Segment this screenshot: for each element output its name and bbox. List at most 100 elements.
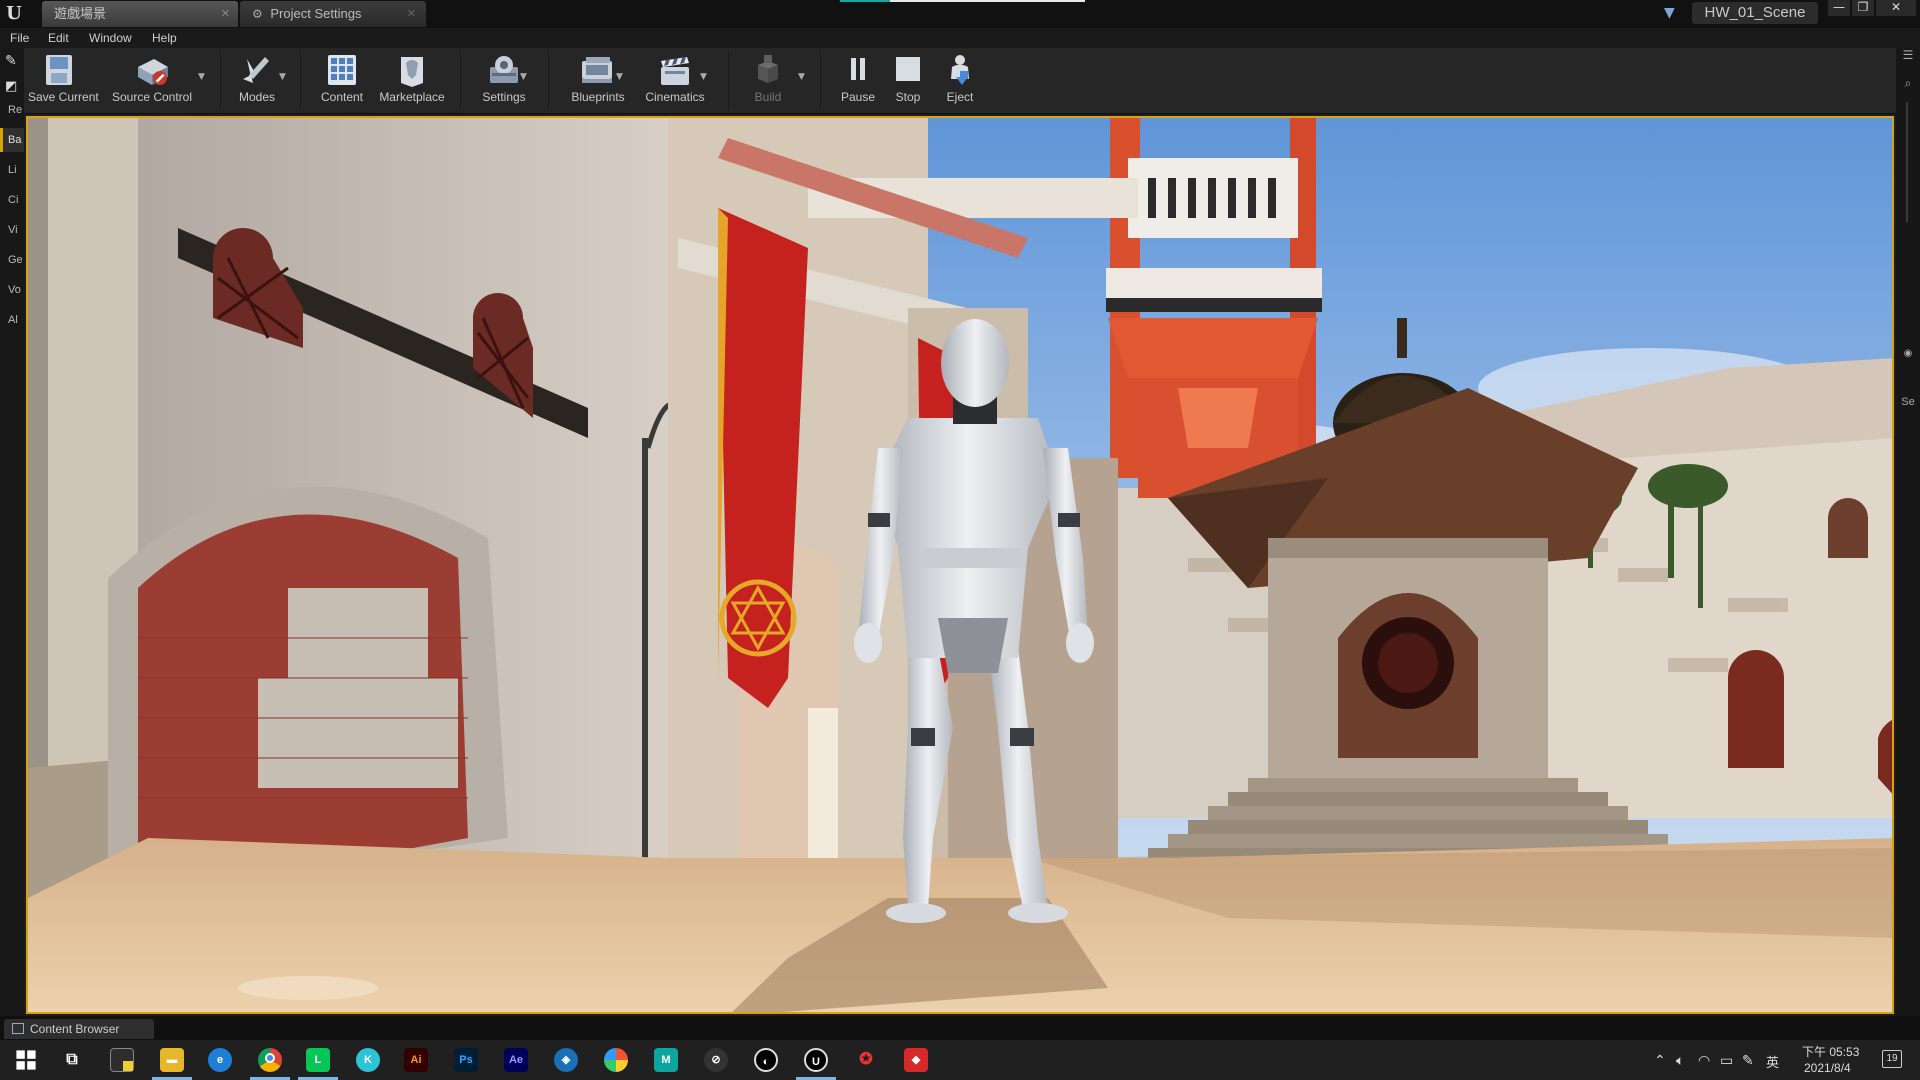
menu-bar: File Edit Window Help [0,28,1920,48]
strip-tab-se[interactable]: Se [1896,396,1920,408]
build-label: Build [754,90,782,104]
modes-dropdown-icon[interactable]: ▼ [279,72,289,82]
modes-button[interactable]: Modes [232,48,282,114]
toolbar-divider [548,52,549,110]
place-mode-icon[interactable]: ✎ [0,48,24,72]
title-accent-teal [840,0,890,2]
illustrator-icon[interactable]: Ai [404,1048,428,1072]
menu-file[interactable]: File [10,28,29,48]
unity-icon[interactable]: ◐ [754,1048,778,1072]
pdf-reader-icon[interactable]: ◆ [904,1048,928,1072]
left-building [28,118,702,918]
tab-project-settings[interactable]: ⚙ Project Settings ✕ [240,1,426,27]
m-app-icon[interactable]: M [654,1048,678,1072]
chevron-up-icon[interactable]: ⌃ [1654,1052,1666,1069]
viewport-scene [28,118,1892,1012]
close-tab-icon[interactable]: ✕ [407,1,416,27]
settings-label: Settings [482,90,526,104]
strip-tab-re[interactable]: Re [0,98,24,122]
menu-help[interactable]: Help [152,28,177,48]
source-control-label: Source Control [111,90,193,104]
shield-app-icon[interactable]: ◈ [554,1048,578,1072]
panel-indicator-icon[interactable]: ◉ [1896,348,1920,359]
strip-tab-ba[interactable]: Ba [0,128,24,152]
stop-label: Stop [895,90,921,104]
volume-icon[interactable]: 🔈︎ [1676,1052,1684,1069]
strip-tab-li[interactable]: Li [0,158,24,182]
strip-tab-al[interactable]: Al [0,308,24,332]
pause-button[interactable]: Pause [834,48,882,114]
klook-app-icon[interactable]: K [356,1048,380,1072]
windows-start-icon[interactable] [14,1048,38,1072]
chrome-icon[interactable] [258,1048,282,1072]
cinematics-dropdown-icon[interactable]: ▼ [700,72,710,82]
content-button[interactable]: Content [314,48,370,114]
color-picker-icon[interactable] [604,1048,628,1072]
panel-scrollbar[interactable] [1906,102,1908,222]
content-label: Content [320,90,364,104]
search-icon[interactable]: ⌕ [1896,76,1920,91]
notification-center-icon[interactable]: 19 [1882,1050,1902,1068]
main-toolbar: Save Current Source Control ▼ Modes ▼ Co… [24,48,1896,114]
blueprints-button[interactable]: Blueprints [558,48,638,114]
orange-tower [1106,118,1322,498]
file-explorer-icon[interactable]: ▬ [160,1048,184,1072]
settings-dropdown-icon[interactable]: ▼ [520,72,530,82]
title-bar: U 遊戲場景 ✕ ⚙ Project Settings ✕ ▼ HW_01_Sc… [0,0,1920,28]
eject-button[interactable]: Eject [938,48,982,114]
maximize-button[interactable]: ❐ [1852,0,1874,16]
source-control-icon [138,59,168,85]
content-browser-tab[interactable]: Content Browser [4,1019,154,1039]
save-current-label: Save Current [28,90,99,104]
panel-menu-icon[interactable]: ☰ [1896,48,1920,62]
ime-indicator[interactable]: 英 [1766,1052,1779,1071]
blueprints-dropdown-icon[interactable]: ▼ [616,72,626,82]
strip-tab-vi[interactable]: Vi [0,218,24,242]
marketplace-button[interactable]: Marketplace [372,48,452,114]
tab-label: 遊戲場景 [54,6,107,21]
eject-label: Eject [946,90,974,104]
level-viewport[interactable] [26,116,1894,1014]
pen-icon[interactable]: ✎ [1742,1052,1754,1069]
content-browser-label: Content Browser [30,1022,120,1036]
strip-tab-ge[interactable]: Ge [0,248,24,272]
close-window-button[interactable]: ✕ [1876,0,1916,16]
content-browser-icon [12,1023,24,1034]
toolbar-divider [460,52,461,110]
tab-game-scene[interactable]: 遊戲場景 ✕ [42,1,238,27]
graduation-cap-icon[interactable]: ▼ [1664,5,1675,21]
source-control-button[interactable]: Source Control [110,48,194,114]
build-button[interactable]: Build [740,48,796,114]
project-name: HW_01_Scene [1692,2,1818,24]
line-app-icon[interactable]: L [306,1048,330,1072]
clock-date[interactable]: 2021/8/4 [1804,1061,1851,1075]
stop-icon [896,57,920,81]
unreal-logo-icon[interactable]: U [3,2,25,26]
steam-icon[interactable]: ⊘ [704,1048,728,1072]
modes-label: Modes [238,90,276,104]
wifi-icon[interactable]: ◠ [1698,1052,1710,1069]
paint-mode-icon[interactable]: ◩ [0,74,24,98]
battery-icon[interactable]: ▭ [1720,1052,1733,1069]
close-tab-icon[interactable]: ✕ [221,1,230,27]
after-effects-icon[interactable]: Ae [504,1048,528,1072]
minimize-button[interactable]: — [1828,0,1850,16]
clock-time[interactable]: 下午 05:53 [1802,1043,1859,1060]
source-control-dropdown-icon[interactable]: ▼ [198,72,208,82]
task-view-icon[interactable]: ⧉ [60,1048,84,1072]
unreal-engine-icon[interactable]: U [804,1048,828,1072]
bonjour-app-icon[interactable]: ✪ [854,1048,878,1072]
sticky-notes-icon[interactable] [110,1048,134,1072]
menu-edit[interactable]: Edit [48,28,69,48]
build-dropdown-icon[interactable]: ▼ [798,72,808,82]
stop-button[interactable]: Stop [886,48,930,114]
edge-browser-icon[interactable]: e [208,1048,232,1072]
strip-tab-vo[interactable]: Vo [0,278,24,302]
photoshop-icon[interactable]: Ps [454,1048,478,1072]
settings-icon [490,56,518,83]
menu-window[interactable]: Window [89,28,132,48]
strip-tab-ci[interactable]: Ci [0,188,24,212]
settings-gear-icon: ⚙ [252,7,263,21]
save-current-button[interactable]: Save Current [28,48,99,114]
windows-taskbar: ⧉ ▬ e L K Ai Ps Ae ◈ M ⊘ ◐ U ✪ ◆ ⌃ 🔈︎ ◠ … [0,1040,1920,1080]
